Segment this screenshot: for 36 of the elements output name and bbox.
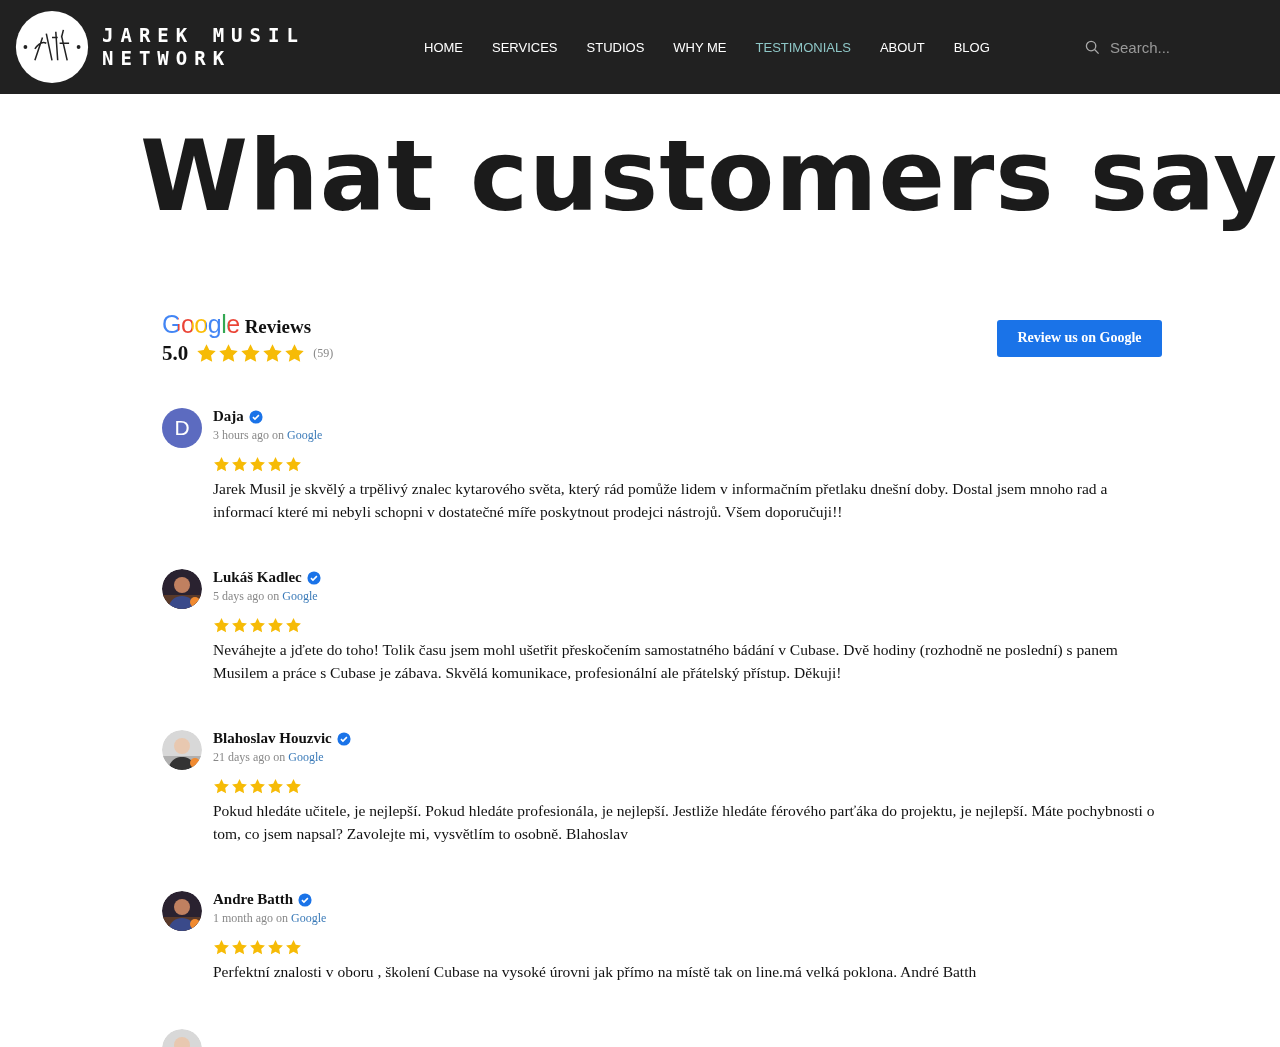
review-text: Pokud hledáte učitele, je nejlepší. Pokud hledáte profesionála, je nejlepší. Jestliže hledáte férového parťáka do projektu, je nejlepší. Máte pochybnosti o tom, co jsem napsal? Zavolejte mi, vysvětlím to osobně. Blahoslav: [213, 801, 1156, 844]
reviewer-name: Blahoslav Houzvic: [213, 730, 332, 747]
review-time: 5 days ago: [213, 589, 265, 604]
review-text: Perfektní znalosti v oboru , školení Cubase na vysoké úrovni jak přímo na místě tak on line.má velká poklona. André Batth: [213, 962, 978, 982]
nav-link[interactable]: BLOG: [953, 39, 990, 55]
review-time: 21 days ago: [213, 750, 271, 765]
reviewer-name: Lukáš Kadlec: [213, 569, 302, 586]
avatar: D: [162, 408, 202, 448]
review-time: on: [276, 911, 288, 926]
review-time: 3 hours ago: [213, 428, 269, 443]
nav-link[interactable]: TESTIMONIALS: [755, 39, 851, 55]
review-time: 1 month ago: [213, 911, 273, 926]
review-time: on: [273, 750, 286, 765]
nav-link[interactable]: WHY ME: [673, 39, 727, 55]
nav-link[interactable]: STUDIOS: [586, 39, 645, 55]
nav-link[interactable]: ABOUT: [879, 39, 925, 55]
search-field[interactable]: Search...: [1110, 38, 1200, 56]
reviews-heading: Reviews: [244, 316, 312, 338]
reviewer-name: Daja: [213, 408, 244, 425]
review-text: Neváhejte a jďete do toho! Tolik času jsem mohl ušetřit přeskočením samostatného bádání v Cubase. Dvě hodiny (rozhodně ne poslední) s panem Musilem a práce s Cubase je zábava. Skvělá komunikace, profesionální ale přátelský přístup. Děkuji!: [213, 640, 1119, 683]
review-count: (59): [313, 346, 334, 361]
source-link[interactable]: Google: [287, 428, 323, 443]
review-time: on: [267, 589, 280, 604]
source-link[interactable]: Google: [291, 911, 327, 926]
logo-text: JAREK MUSIL: [102, 24, 305, 47]
logo-text: NETWORK: [102, 47, 233, 70]
review-time: on: [272, 428, 284, 443]
source-link[interactable]: Google: [288, 750, 324, 765]
reviewer-name: Andre Batth: [213, 891, 294, 908]
nav-link[interactable]: HOME: [424, 39, 463, 55]
review-button[interactable]: Review us on Google: [997, 319, 1162, 357]
review-text: Jarek Musil je skvělý a trpělivý znalec kytarového světa, který rád pomůže lidem v informačním přetlaku dnešní doby. Dostal jsem mnoho rad a informací které mi nebyli schopni v dostatečné míře poskytnout prodejci nástrojů. Všem doporučuji!!: [213, 479, 1109, 522]
rating-value: 5.0: [162, 341, 189, 366]
source-link[interactable]: Google: [282, 589, 318, 604]
nav-link[interactable]: SERVICES: [492, 39, 558, 55]
page-title: What customers say: [140, 118, 1279, 235]
